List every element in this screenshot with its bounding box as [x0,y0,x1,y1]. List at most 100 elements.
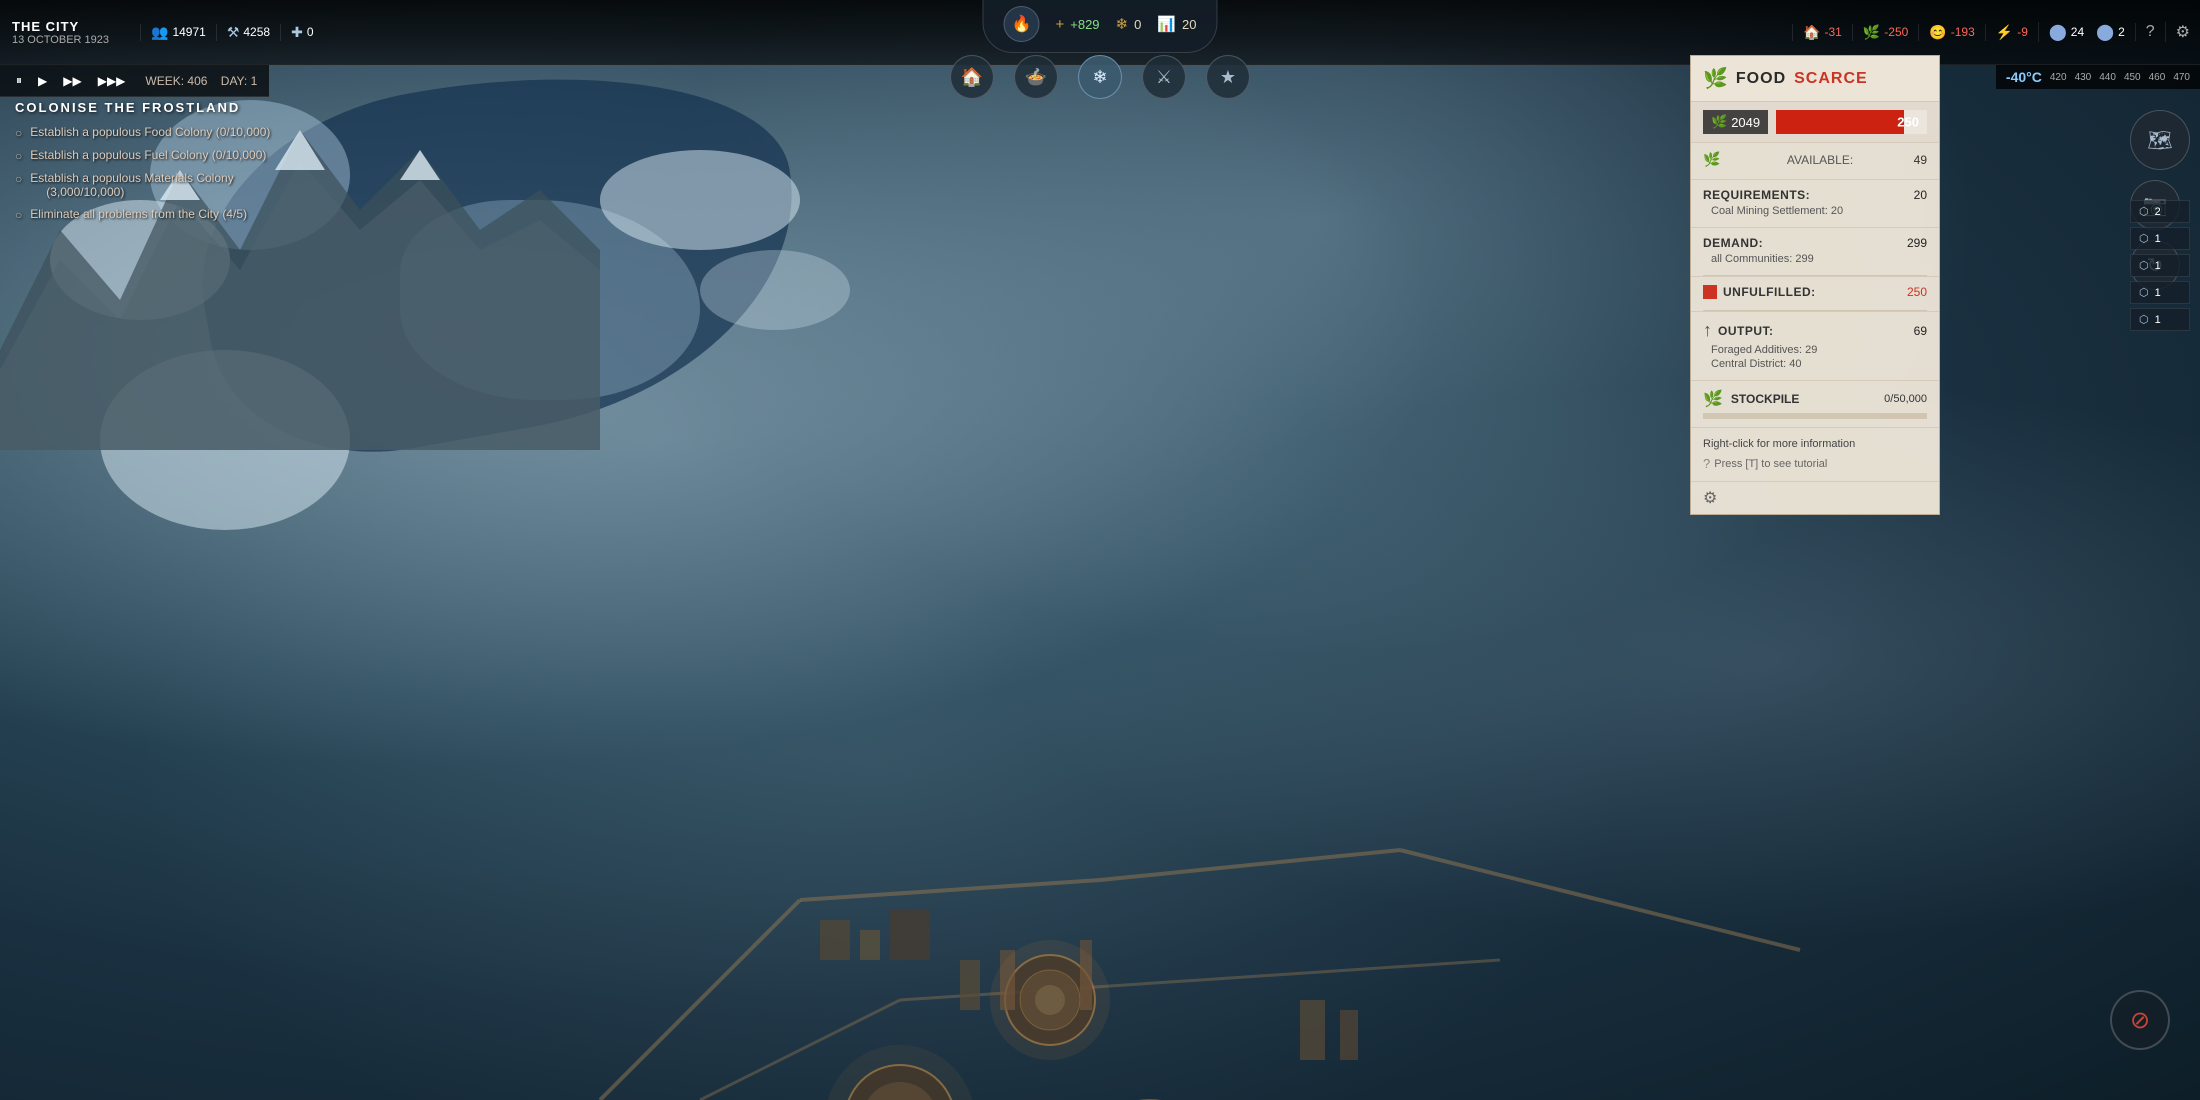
heat-bonus-stat: + +829 [1055,16,1099,33]
objective-1: ○ Establish a populous Food Colony (0/10… [15,125,270,140]
workers-icon: ⚒ [227,24,240,41]
far-right-item-3: ⬡ 1 [2130,254,2190,277]
nav-icon-star[interactable]: ★ [1206,55,1250,99]
tutorial-hint: ? Press [T] to see tutorial [1703,456,1927,471]
food-amount-value: 2049 [1731,115,1760,130]
sick-icon: ✚ [291,24,303,41]
right-val-2: -250 [1884,25,1908,39]
badge-circles: ⬤ 24 ⬤ 2 [2038,22,2135,42]
food-panel-header: 🌿 FOOD SCARCE [1691,56,1939,102]
objective-3: ○ Establish a populous Materials Colony(… [15,171,270,199]
temperature-bar: -40°C 420 430 440 450 460 470 [1996,65,2200,89]
city-name: THE CITY [12,19,128,34]
fr-icon-2: ⬡ [2139,232,2149,245]
map-view-button[interactable]: 🗺 [2130,110,2190,170]
objective-2: ○ Establish a populous Fuel Colony (0/10… [15,148,270,163]
face-icon: 😊 [1929,24,1946,41]
food-output-label: OUTPUT: [1718,324,1774,338]
food-output-sub1: Foraged Additives: 29 [1711,344,1817,356]
food-output-sub1-row: Foraged Additives: 29 [1703,344,1927,356]
fr-val-3: 1 [2155,260,2161,272]
food-amount-icon: 🌿 [1711,114,1727,130]
right-stat-4: ⚡ -9 [1985,24,2038,41]
food-panel: 🌿 FOOD SCARCE 🌿 2049 250 🌿 AVAILABLE: 49… [1690,55,1940,515]
food-output-sub2-row: Central District: 40 [1703,358,1927,370]
play-button[interactable]: ▶ [34,72,51,90]
food-stockpile-section: 🌿 STOCKPILE 0/50,000 [1691,380,1939,427]
objectives-title: COLONISE THE FROSTLAND [15,100,270,115]
right-click-info: Right-click for more information [1703,438,1927,450]
temp-tick-460: 460 [2149,72,2166,83]
sick-value: 0 [307,25,314,39]
temp-tick-450: 450 [2124,72,2141,83]
pause-button[interactable]: ⏸ [12,71,26,90]
objective-bullet-1: ○ [15,126,22,140]
fr-icon-5: ⬡ [2139,313,2149,326]
compass-button[interactable]: ⊘ [2110,990,2170,1050]
temp-tick-440: 440 [2099,72,2116,83]
help-settings[interactable]: ? [2135,23,2165,41]
circle-badge-1: 24 [2071,25,2084,39]
panel-settings[interactable]: ⚙ [1691,481,1939,514]
food-available-label: AVAILABLE: [1787,153,1853,167]
heat-zero-stat: ❄ 0 [1116,15,1142,33]
stockpile-bar [1703,413,1927,419]
nav-icon-food[interactable]: 🍲 [1014,55,1058,99]
population-stat: 👥 14971 [140,24,216,41]
food-unfulfilled-row: UNFULFILLED: 250 [1703,285,1927,299]
unfulfilled-box [1703,285,1717,299]
objective-4: ○ Eliminate all problems from the City (… [15,207,270,222]
food-demand-sub: all Communities: 299 [1711,253,1814,265]
food-available-icon: 🌿 [1703,151,1720,168]
objective-bullet-4: ○ [15,208,22,222]
fr-val-1: 2 [2155,206,2161,218]
food-progress-container: 🌿 2049 250 [1703,110,1927,134]
sick-stat: ✚ 0 [280,24,323,41]
nav-icon-home[interactable]: 🏠 [950,55,994,99]
food-unfulfilled-label: UNFULFILLED: [1723,285,1816,299]
workers-value: 4258 [243,25,270,39]
right-stat-2: 🌿 -250 [1852,24,1918,41]
stockpile-icon: 🌿 [1703,389,1723,409]
food-output-section: ↑ OUTPUT: 69 Foraged Additives: 29 Centr… [1691,311,1939,380]
food-bar-value: 250 [1897,115,1919,130]
fr-icon-4: ⬡ [2139,286,2149,299]
fr-val-2: 1 [2155,233,2161,245]
faster-button[interactable]: ▶▶▶ [94,72,130,90]
objective-text-3: Establish a populous Materials Colony(3,… [30,171,233,199]
heat-bonus-value: +829 [1070,17,1099,32]
objective-text-1: Establish a populous Food Colony (0/10,0… [30,125,270,139]
far-right-resource-panel: ⬡ 2 ⬡ 1 ⬡ 1 ⬡ 1 ⬡ 1 [2130,200,2190,331]
output-icon: ↑ [1703,320,1712,341]
food-demand-value: 299 [1907,236,1927,250]
nav-icon-snowflake[interactable]: ❄ [1078,55,1122,99]
fr-icon-1: ⬡ [2139,205,2149,218]
food-output-sub2: Central District: 40 [1711,358,1801,370]
food-demand-section: DEMAND: 299 all Communities: 299 [1691,227,1939,275]
fast-button[interactable]: ▶▶ [59,72,85,90]
right-val-4: -9 [2017,25,2028,39]
objective-text-4: Eliminate all problems from the City (4/… [30,207,247,221]
right-val-1: -31 [1825,25,1842,39]
population-value: 14971 [172,25,205,39]
far-right-item-1: ⬡ 2 [2130,200,2190,223]
food-requirements-section: REQUIREMENTS: 20 Coal Mining Settlement:… [1691,179,1939,227]
nav-icon-shield[interactable]: ⚔ [1142,55,1186,99]
population-icon: 👥 [151,24,168,41]
food-available-value: 49 [1914,153,1927,167]
settings-btn[interactable]: ⚙ [2165,22,2200,42]
food-demand-row: DEMAND: 299 [1703,236,1927,250]
food-unfulfilled-section: UNFULFILLED: 250 [1691,276,1939,310]
objective-bullet-2: ○ [15,149,22,163]
food-demand-sub-row: all Communities: 299 [1703,253,1927,265]
demand-icon: 📊 [1157,15,1176,33]
food-title: FOOD [1736,70,1786,88]
food-available-row: 🌿 AVAILABLE: 49 [1703,151,1927,168]
stockpile-value: 0/50,000 [1884,393,1927,405]
food-requirements-sub-row: Coal Mining Settlement: 20 [1703,205,1927,217]
panel-gear-icon[interactable]: ⚙ [1703,488,1717,508]
food-unfulfilled-value: 250 [1907,285,1927,299]
city-date: 13 OCTOBER 1923 [12,34,128,46]
workers-stat: ⚒ 4258 [216,24,280,41]
heat-demand-stat: 📊 20 [1157,15,1196,33]
